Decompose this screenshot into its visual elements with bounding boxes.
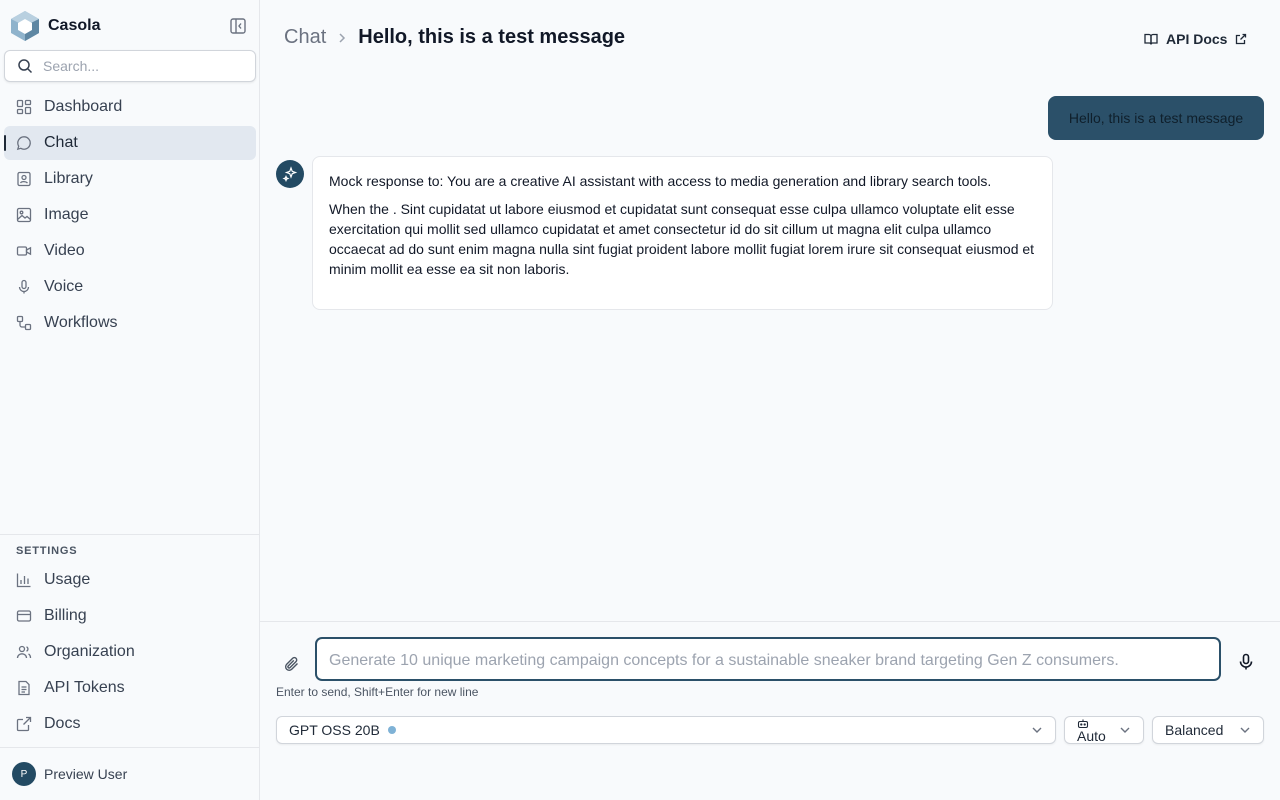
- sidebar-item-label: Billing: [44, 607, 87, 624]
- model-status-dot: [387, 726, 396, 734]
- sidebar-item-docs[interactable]: Docs: [4, 707, 256, 741]
- sidebar-item-label: Organization: [44, 643, 135, 660]
- sidebar-collapse-icon: [230, 18, 246, 34]
- sidebar-item-organization[interactable]: Organization: [4, 635, 256, 669]
- divider: [260, 621, 1280, 622]
- mode-select[interactable]: Auto: [1064, 716, 1144, 744]
- voice-input-button[interactable]: [1237, 653, 1255, 671]
- external-link-icon: [16, 716, 32, 732]
- sidebar: Casola Dashboard Chat Library Image: [0, 0, 260, 800]
- book-icon: [1144, 33, 1158, 45]
- microphone-icon: [1239, 653, 1253, 670]
- document-icon: [18, 680, 30, 696]
- user-name: Preview User: [44, 766, 128, 782]
- sidebar-item-label: API Tokens: [44, 679, 125, 696]
- sidebar-item-label: Dashboard: [44, 98, 123, 115]
- sidebar-item-image[interactable]: Image: [4, 198, 256, 232]
- sidebar-item-label: Chat: [44, 134, 78, 151]
- assistant-message-paragraph: Mock response to: You are a creative AI …: [329, 173, 992, 189]
- chat-bubble-icon: [16, 136, 31, 151]
- api-docs-link[interactable]: API Docs: [1144, 31, 1247, 47]
- api-docs-label: API Docs: [1166, 31, 1228, 47]
- breadcrumb-chat-link[interactable]: Chat: [284, 26, 326, 49]
- sidebar-item-billing[interactable]: Billing: [4, 599, 256, 633]
- avatar: P: [12, 762, 36, 786]
- sidebar-item-workflows[interactable]: Workflows: [4, 306, 256, 340]
- page-title: Hello, this is a test message: [358, 26, 626, 48]
- settings-section-label: SETTINGS: [16, 545, 78, 557]
- mode-select-value: Auto: [1077, 728, 1106, 744]
- sparkles-icon: [282, 166, 298, 182]
- collapse-sidebar-button[interactable]: [229, 17, 247, 35]
- attach-button[interactable]: [284, 656, 300, 672]
- preset-select-value: Balanced: [1165, 722, 1224, 738]
- bar-chart-icon: [16, 573, 31, 588]
- sidebar-item-usage[interactable]: Usage: [4, 563, 256, 597]
- search-icon: [18, 59, 33, 74]
- assistant-avatar: [276, 160, 304, 188]
- credit-card-icon: [16, 610, 32, 622]
- sidebar-item-video[interactable]: Video: [4, 234, 256, 268]
- sidebar-item-label: Library: [44, 170, 93, 187]
- chevron-down-icon: [1120, 727, 1130, 733]
- prompt-box: [316, 638, 1220, 680]
- sidebar-item-dashboard[interactable]: Dashboard: [4, 90, 256, 124]
- chat-main: Chat Hello, this is a test message API D…: [260, 0, 1280, 800]
- chevron-down-icon: [1032, 727, 1042, 733]
- mode-select-content: Auto: [1077, 719, 1106, 743]
- divider: [0, 747, 259, 748]
- search-box[interactable]: [4, 50, 256, 82]
- sidebar-item-label: Docs: [44, 715, 81, 732]
- sidebar-item-voice[interactable]: Voice: [4, 270, 256, 304]
- brand[interactable]: Casola: [10, 10, 100, 42]
- users-icon: [16, 645, 32, 659]
- video-icon: [16, 246, 32, 256]
- model-select-value: GPT OSS 20B: [289, 722, 380, 738]
- sidebar-item-label: Image: [44, 206, 89, 223]
- divider: [0, 534, 259, 535]
- user-message: Hello, this is a test message: [1048, 96, 1264, 140]
- chevron-down-icon: [1240, 727, 1250, 733]
- sidebar-item-api-tokens[interactable]: API Tokens: [4, 671, 256, 705]
- user-menu[interactable]: P Preview User: [12, 762, 127, 786]
- sidebar-item-label: Video: [44, 242, 85, 259]
- sidebar-item-label: Usage: [44, 571, 91, 588]
- assistant-message: Mock response to: You are a creative AI …: [312, 156, 1053, 310]
- prompt-input[interactable]: [317, 639, 1219, 679]
- sidebar-item-label: Workflows: [44, 314, 118, 331]
- sidebar-item-library[interactable]: Library: [4, 162, 256, 196]
- library-icon: [17, 171, 31, 187]
- dashboard-icon: [16, 99, 32, 115]
- image-icon: [16, 207, 32, 223]
- workflow-icon: [16, 315, 32, 331]
- preset-select[interactable]: Balanced: [1152, 716, 1264, 744]
- paperclip-icon: [284, 656, 298, 672]
- sidebar-item-label: Voice: [44, 278, 84, 295]
- model-select[interactable]: GPT OSS 20B: [276, 716, 1056, 744]
- casola-logo-icon: [11, 11, 39, 41]
- external-link-icon: [1236, 33, 1247, 45]
- chevron-right-icon: [339, 32, 346, 43]
- assistant-message-paragraph: When the . Sint cupidatat ut labore eius…: [329, 201, 1035, 277]
- search-input[interactable]: [43, 58, 233, 74]
- sidebar-item-chat[interactable]: Chat: [4, 126, 256, 160]
- microphone-icon: [18, 279, 30, 294]
- brand-name: Casola: [48, 17, 101, 34]
- breadcrumb: Chat Hello, this is a test message: [284, 26, 625, 49]
- composer-hint: Enter to send, Shift+Enter for new line: [276, 685, 479, 699]
